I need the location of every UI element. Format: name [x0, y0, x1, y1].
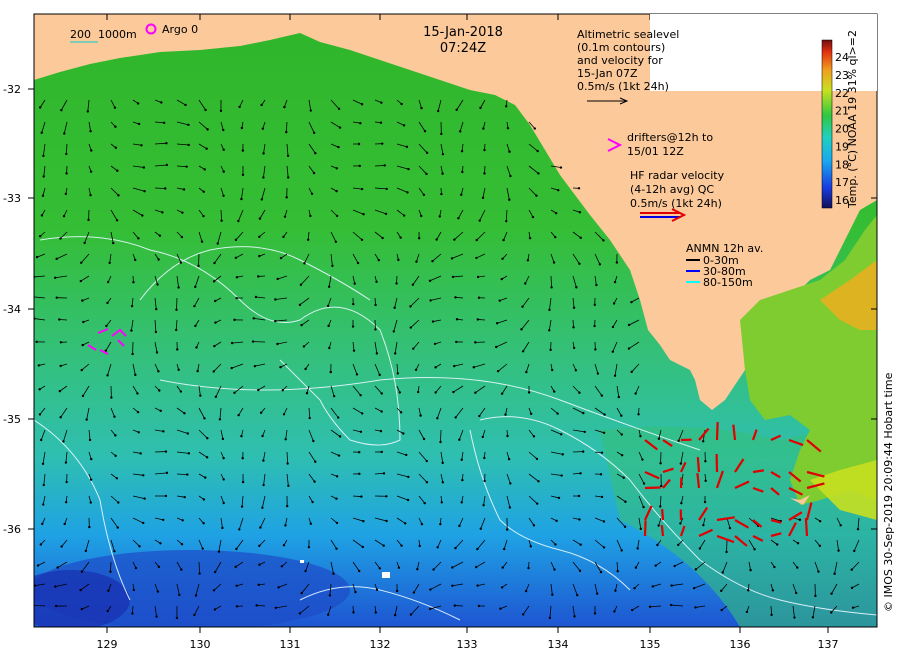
- x-tick-label: 130: [190, 638, 211, 651]
- hf-line-1: (4-12h avg) QC: [630, 183, 714, 196]
- scale-label-1000m: 1000m: [98, 28, 137, 41]
- title-time: 07:24Z: [440, 41, 486, 56]
- title-date: 15-Jan-2018: [423, 25, 503, 40]
- alt-line-4: 0.5m/s (1kt 24h): [577, 80, 669, 93]
- drifter-line-1: 15/01 12Z: [627, 145, 684, 158]
- hf-line-2: 0.5m/s (1kt 24h): [630, 197, 722, 210]
- svg-text:80-150m: 80-150m: [703, 276, 753, 289]
- y-tick-label: -34: [3, 303, 21, 316]
- argo-label: Argo 0: [162, 23, 198, 36]
- hf-line-0: HF radar velocity: [630, 169, 725, 182]
- x-tick-label: 133: [457, 638, 478, 651]
- x-tick-label: 135: [640, 638, 661, 651]
- y-tick-label: -32: [3, 83, 21, 96]
- colorbar: [821, 39, 833, 209]
- x-tick-label: 129: [97, 638, 118, 651]
- x-tick-label: 131: [280, 638, 301, 651]
- x-tick-label: 132: [370, 638, 391, 651]
- credit-text: © IMOS 30-Sep-2019 20:09:44 Hobart time: [882, 372, 895, 612]
- alt-line-3: 15-Jan 07Z: [577, 67, 638, 80]
- y-tick-label: -35: [3, 413, 21, 426]
- scale-label-200: 200: [70, 28, 91, 41]
- plot-area: [34, 14, 877, 627]
- colorbar-label: Temp. (°C) NOAA 19 31% ql>=2: [846, 30, 859, 209]
- x-tick-label: 137: [818, 638, 839, 651]
- drifter-line-0: drifters@12h to: [627, 131, 713, 144]
- x-tick-label: 136: [730, 638, 751, 651]
- sst-map: 129 130 131 132 133 134 135 136 137 -32 -33 -34 -35…: [3, 13, 895, 651]
- scale-bar: 200 1000m: [70, 28, 137, 43]
- alt-line-2: and velocity for: [577, 54, 663, 67]
- y-tick-label: -33: [3, 192, 21, 205]
- alt-line-1: (0.1m contours): [577, 41, 665, 54]
- y-tick-label: -36: [3, 523, 21, 536]
- x-tick-label: 134: [548, 638, 569, 651]
- alt-line-0: Altimetric sealevel: [577, 28, 679, 41]
